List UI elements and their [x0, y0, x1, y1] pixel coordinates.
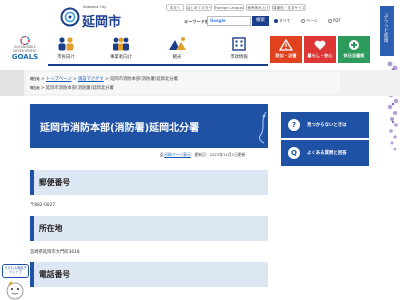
warning-icon: [279, 39, 293, 51]
scope-pdf-label: PDF: [333, 18, 341, 23]
scope-page-radio[interactable]: ページ: [301, 18, 318, 24]
scope-page-label: ページ: [306, 18, 318, 23]
business-people-icon: [113, 37, 129, 51]
sightseeing-icon: [169, 37, 186, 50]
section-accent: [30, 216, 34, 241]
breadcrumb-current-full: 延岡市消防本部(消防署)延岡北分署: [45, 86, 114, 91]
side-banner-tab[interactable]: ぶらっと延岡: [380, 6, 394, 56]
current-location-label: 現在地: [30, 86, 40, 90]
section-heading-address: 所在地: [30, 216, 268, 241]
side-banner-label: ぶらっと延岡: [384, 14, 389, 44]
medical-cross-icon: [349, 40, 359, 50]
page: Nobeoka City 延岡市 本文へ はじめての方へ Foreign Lan…: [0, 0, 400, 300]
breadcrumb-separator: >: [40, 86, 45, 91]
nav-tourism-label: 観光: [172, 55, 182, 60]
breadcrumb-facility-link[interactable]: 施設でさがす: [78, 77, 104, 82]
logo-subtitle: Nobeoka City: [83, 5, 107, 9]
mascot-character-icon[interactable]: [5, 279, 25, 300]
people-icon: [58, 37, 74, 51]
radio-checked-icon: [274, 18, 278, 23]
section-accent: [30, 170, 34, 195]
breadcrumb-current: 延岡市消防本部(消防署)延岡北分署: [110, 77, 178, 82]
breadcrumb-separator: >: [105, 77, 109, 82]
sdgs-wheel-icon: [20, 36, 30, 45]
scope-all-label: すべて: [279, 18, 291, 23]
city-hall-icon: [232, 37, 246, 51]
sdgs-banner[interactable]: SUSTAINABLE DEVELOPMENT GOALS: [4, 36, 46, 62]
postal-code: 〒882-0027: [30, 203, 55, 208]
section-heading-postal: 郵便番号: [30, 170, 268, 195]
city-emblem-icon: [60, 7, 80, 27]
title-decoration-icon: [258, 111, 267, 144]
radio-unchecked-icon: [301, 18, 305, 23]
faq-button[interactable]: Q よくある質問と回答: [281, 140, 369, 166]
tile-disaster[interactable]: 防災・災害: [270, 36, 302, 63]
section-title: 電話番号: [39, 270, 71, 279]
tile-disaster-label: 防災・災害: [275, 53, 297, 58]
tile-holiday-doctor[interactable]: 休日当番医: [338, 36, 370, 63]
question-icon: Q: [288, 147, 300, 159]
scope-pdf-radio[interactable]: PDF: [328, 18, 341, 23]
tile-holiday-doctor-label: 休日当番医: [343, 53, 365, 58]
sdgs-line2: GOALS: [11, 53, 39, 61]
breadcrumb-separator: >: [73, 77, 77, 82]
breadcrumb-trail: 現在地 > トップページ > 施設でさがす > 延岡市消防本部(消防署)延岡北分…: [30, 76, 178, 82]
sdgs-line1: SUSTAINABLE DEVELOPMENT: [13, 45, 37, 53]
not-found-help-label: 見つからないときは: [307, 123, 347, 128]
nav-city-info[interactable]: 市政情報: [222, 34, 256, 64]
radio-unchecked-icon: [328, 18, 332, 23]
foreign-language-link[interactable]: Foreign Language: [214, 4, 244, 11]
address: 宮崎県延岡市大門町3618: [30, 250, 80, 255]
nav-tourism[interactable]: 観光: [160, 34, 194, 64]
decorative-photo: [0, 70, 24, 96]
page-title: 延岡市消防本部(消防署)延岡北分署: [40, 123, 200, 134]
section-accent: [30, 262, 34, 287]
color-font-size-link[interactable]: 背景色・文字サイズ: [272, 4, 306, 11]
chat-bubble[interactable]: すらむん相談チャットで: [2, 264, 29, 278]
print-icon: ⎙: [160, 152, 164, 157]
nav-residents[interactable]: 市民向け: [49, 34, 83, 64]
read-aloud-link[interactable]: 音声読み上げ: [246, 4, 270, 11]
updated-date: 更新日：2023年11月1日更新: [194, 152, 246, 157]
site-logo[interactable]: Nobeoka City 延岡市: [60, 5, 122, 30]
breadcrumb-home-link[interactable]: トップページ: [46, 77, 72, 82]
search-icon: ?: [288, 119, 300, 131]
nav-business[interactable]: 事業者向け: [104, 34, 138, 64]
tile-safety[interactable]: 暮らし・安心: [304, 36, 336, 63]
nav-residents-label: 市民向け: [57, 55, 75, 60]
breadcrumb-current-row: 現在地 > 延岡市消防本部(消防署)延岡北分署: [30, 85, 114, 91]
tile-safety-label: 暮らし・安心: [307, 53, 333, 58]
logo-name: 延岡市: [82, 15, 122, 30]
scope-all-radio[interactable]: すべて: [274, 18, 291, 24]
first-time-link[interactable]: はじめての方へ: [186, 4, 212, 11]
search-button[interactable]: 検索: [252, 16, 269, 26]
search-input[interactable]: Google: [207, 16, 251, 26]
current-location-label: 現在地: [30, 77, 40, 81]
skip-to-content-link[interactable]: 本文へ: [166, 4, 184, 11]
search-placeholder: Google: [210, 18, 226, 23]
nav-city-info-label: 市政情報: [230, 55, 248, 60]
page-meta: ⎙ 印刷ページ表示 更新日：2023年11月1日更新: [160, 152, 246, 158]
nav-business-label: 事業者向け: [110, 55, 132, 60]
breadcrumb-separator: >: [40, 77, 45, 82]
section-heading-phone: 電話番号: [30, 262, 268, 287]
print-page-link[interactable]: 印刷ページ表示: [164, 152, 191, 157]
section-title: 所在地: [39, 224, 63, 233]
heart-icon: [314, 40, 326, 50]
breadcrumb: 現在地 > トップページ > 施設でさがす > 延岡市消防本部(消防署)延岡北分…: [26, 72, 340, 94]
not-found-help-button[interactable]: ? 見つからないときは: [281, 112, 369, 138]
nav-underline: [48, 64, 268, 66]
page-title-bar: 延岡市消防本部(消防署)延岡北分署: [30, 104, 268, 148]
faq-label: よくある質問と回答: [307, 151, 347, 156]
section-title: 郵便番号: [39, 178, 71, 187]
